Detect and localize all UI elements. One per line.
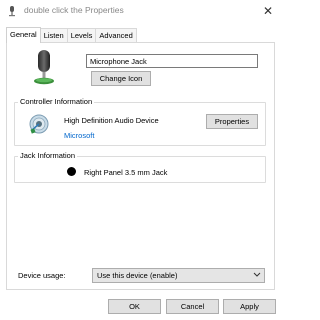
controller-device-name: High Definition Audio Device [64, 116, 159, 125]
cancel-button[interactable]: Cancel [166, 299, 219, 314]
device-usage-label: Device usage: [18, 271, 66, 280]
speaker-icon [29, 114, 49, 134]
device-usage-selected: Use this device (enable) [97, 271, 178, 280]
manufacturer-link[interactable]: Microsoft [64, 131, 94, 140]
window-title: double click the Properties [24, 5, 124, 15]
microphone-icon [9, 6, 15, 17]
title-bar: double click the Properties ✕ [0, 0, 281, 22]
microphone-icon [34, 50, 54, 85]
controller-information-label: Controller Information [18, 97, 95, 106]
jack-color-indicator [67, 167, 76, 176]
apply-button[interactable]: Apply [223, 299, 276, 314]
tab-general[interactable]: General [6, 27, 41, 43]
properties-button[interactable]: Properties [206, 114, 258, 129]
jack-description: Right Panel 3.5 mm Jack [84, 168, 168, 177]
device-name-field[interactable] [86, 54, 258, 68]
close-button[interactable]: ✕ [258, 2, 278, 20]
ok-button[interactable]: OK [108, 299, 161, 314]
tab-levels[interactable]: Levels [66, 28, 97, 42]
close-icon: ✕ [262, 4, 274, 18]
tab-advanced[interactable]: Advanced [95, 28, 137, 42]
tab-listen[interactable]: Listen [39, 28, 68, 42]
change-icon-button[interactable]: Change Icon [91, 71, 151, 86]
chevron-down-icon [253, 272, 261, 277]
tab-strip: General Listen Levels Advanced [6, 27, 137, 43]
jack-information-label: Jack Information [18, 151, 78, 160]
device-usage-dropdown[interactable]: Use this device (enable) [92, 268, 265, 283]
